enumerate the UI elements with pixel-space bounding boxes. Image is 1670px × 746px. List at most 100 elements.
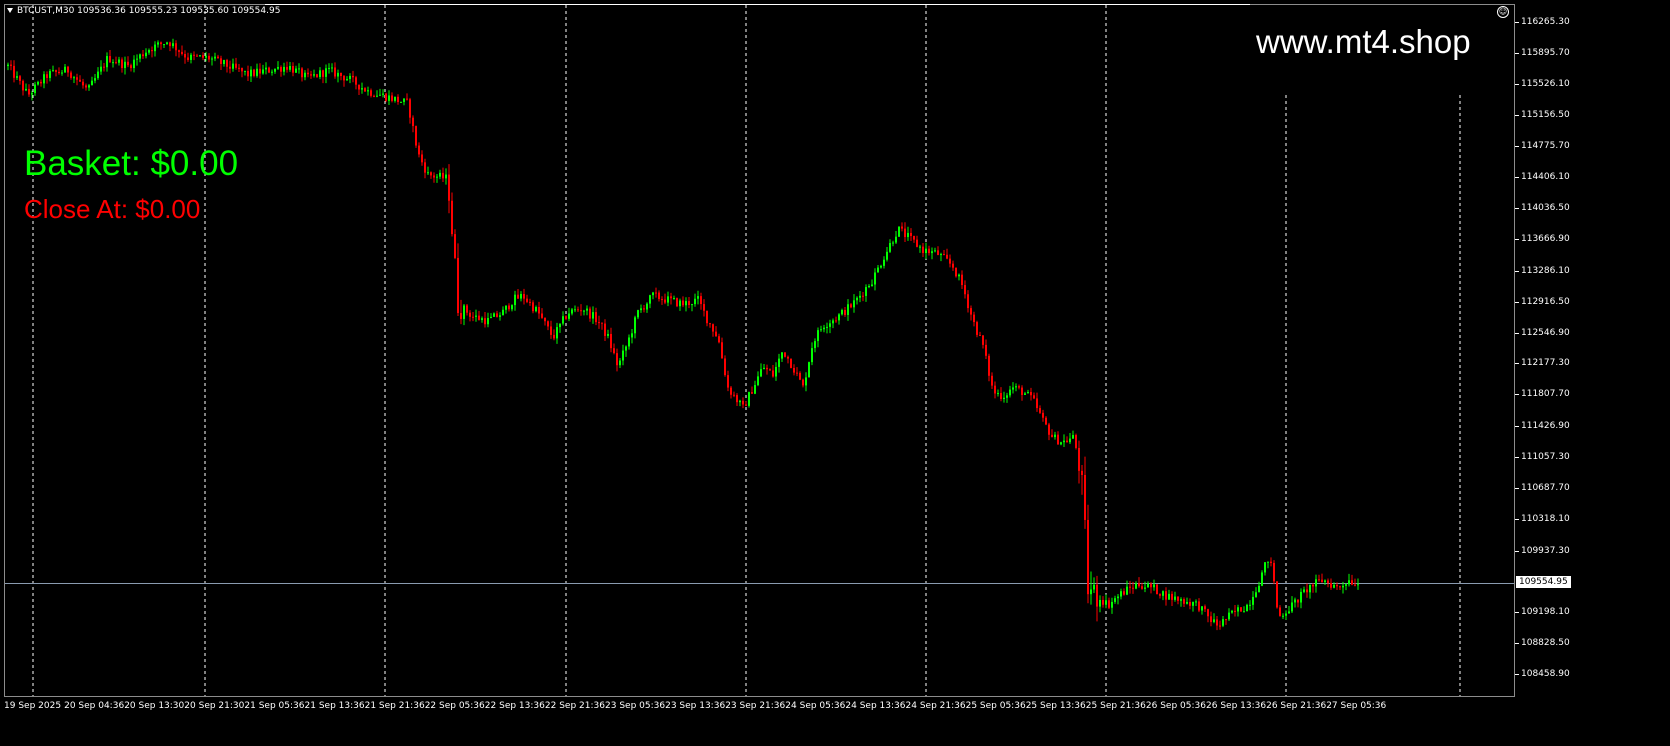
smiley-icon[interactable]: ☺: [1497, 6, 1509, 18]
candle-body: [793, 367, 795, 373]
candle-body: [256, 68, 258, 76]
candle-body: [925, 248, 927, 254]
chart-area[interactable]: [4, 4, 1515, 697]
candle-body: [469, 312, 471, 317]
candle-body: [1345, 584, 1347, 586]
candle-body: [673, 298, 675, 300]
candle-body: [814, 341, 816, 349]
candle-body: [727, 375, 729, 388]
candle-body: [610, 333, 612, 349]
candle-body: [37, 81, 39, 85]
candle-body: [160, 42, 162, 45]
candle-body: [424, 162, 426, 173]
candle-body: [376, 95, 378, 97]
symbol-info-text: BTCUST,M30 109536.36 109555.23 109535.60…: [17, 6, 281, 16]
candle-body: [514, 294, 516, 306]
candle-body: [712, 324, 714, 332]
candle-body: [541, 313, 543, 318]
candle-body: [883, 259, 885, 266]
candle-body: [706, 310, 708, 324]
candle-body: [820, 329, 822, 331]
candle-body: [886, 251, 888, 260]
candle-body: [1192, 601, 1194, 606]
candle-body: [841, 309, 843, 315]
candle-body: [967, 294, 969, 309]
candle-body: [1357, 584, 1359, 586]
candle-body: [586, 308, 588, 311]
candle-body: [649, 295, 651, 304]
candle-body: [1309, 584, 1311, 593]
candle-body: [325, 68, 327, 77]
candle-body: [1108, 600, 1110, 608]
candle-body: [472, 316, 474, 318]
candle-body: [1039, 408, 1041, 413]
candle-body: [343, 75, 345, 81]
candle-body: [736, 395, 738, 403]
price-axis-label: 112177.30: [1515, 358, 1570, 369]
candle-body: [73, 77, 75, 79]
candle-body: [112, 62, 114, 64]
candle-body: [247, 70, 249, 77]
candle-body: [565, 316, 567, 319]
candle-body: [1078, 447, 1080, 471]
candle-body: [1051, 434, 1053, 438]
candle-body: [901, 226, 903, 229]
candle-body: [220, 58, 222, 65]
candle-body: [616, 353, 618, 366]
candle-body: [589, 308, 591, 319]
candle-body: [1351, 580, 1353, 585]
candle-body: [1222, 619, 1224, 626]
candle-body: [1237, 607, 1239, 612]
candle-body: [676, 298, 678, 307]
candle-body: [1315, 579, 1317, 587]
candle-body: [271, 71, 273, 73]
time-axis[interactable]: 19 Sep 2025 20 Sep 04:36 20 Sep 13:30 20 Se…: [0, 697, 1515, 717]
candle-body: [730, 387, 732, 395]
candle-body: [934, 250, 936, 252]
candle-body: [655, 292, 657, 294]
candle-body: [1273, 562, 1275, 582]
price-axis-label: 114036.50: [1515, 203, 1570, 214]
candle-body: [91, 80, 93, 86]
candle-body: [904, 228, 906, 238]
candle-body: [715, 331, 717, 337]
candle-body: [157, 42, 159, 45]
candle-body: [760, 369, 762, 377]
candle-body: [235, 63, 237, 68]
candle-body: [421, 154, 423, 163]
candlestick-plot[interactable]: [5, 5, 1515, 697]
candle-body: [304, 72, 306, 78]
candle-body: [289, 66, 291, 70]
candle-body: [817, 330, 819, 342]
candle-body: [739, 400, 741, 403]
triangle-down-icon[interactable]: [7, 8, 13, 13]
candle-body: [772, 370, 774, 377]
time-axis-label: 25 Sep 13:36: [1025, 701, 1086, 711]
candle-body: [298, 68, 300, 70]
candle-body: [613, 348, 615, 354]
candle-body: [1285, 613, 1287, 616]
candle-body: [766, 367, 768, 370]
candle-body: [163, 44, 165, 46]
candle-body: [253, 69, 255, 76]
candle-body: [1069, 438, 1071, 443]
candle-body: [1204, 606, 1206, 610]
candle-body: [307, 72, 309, 75]
candle-body: [154, 44, 156, 52]
candle-body: [907, 232, 909, 238]
candle-body: [631, 333, 633, 338]
candle-body: [352, 75, 354, 78]
candle-body: [1168, 593, 1170, 600]
candle-body: [1258, 585, 1260, 593]
candle-body: [280, 66, 282, 72]
candle-body: [205, 55, 207, 58]
candle-body: [1096, 584, 1098, 607]
candle-body: [769, 369, 771, 371]
candle-body: [148, 50, 150, 53]
candle-body: [928, 248, 930, 254]
candle-body: [28, 88, 30, 95]
candle-body: [1336, 584, 1338, 587]
candle-body: [694, 298, 696, 305]
price-axis[interactable]: 116265.30 115895.70 115526.10 115156.50 1147…: [1515, 4, 1670, 697]
time-axis-label: 24 Sep 13:36: [845, 701, 906, 711]
